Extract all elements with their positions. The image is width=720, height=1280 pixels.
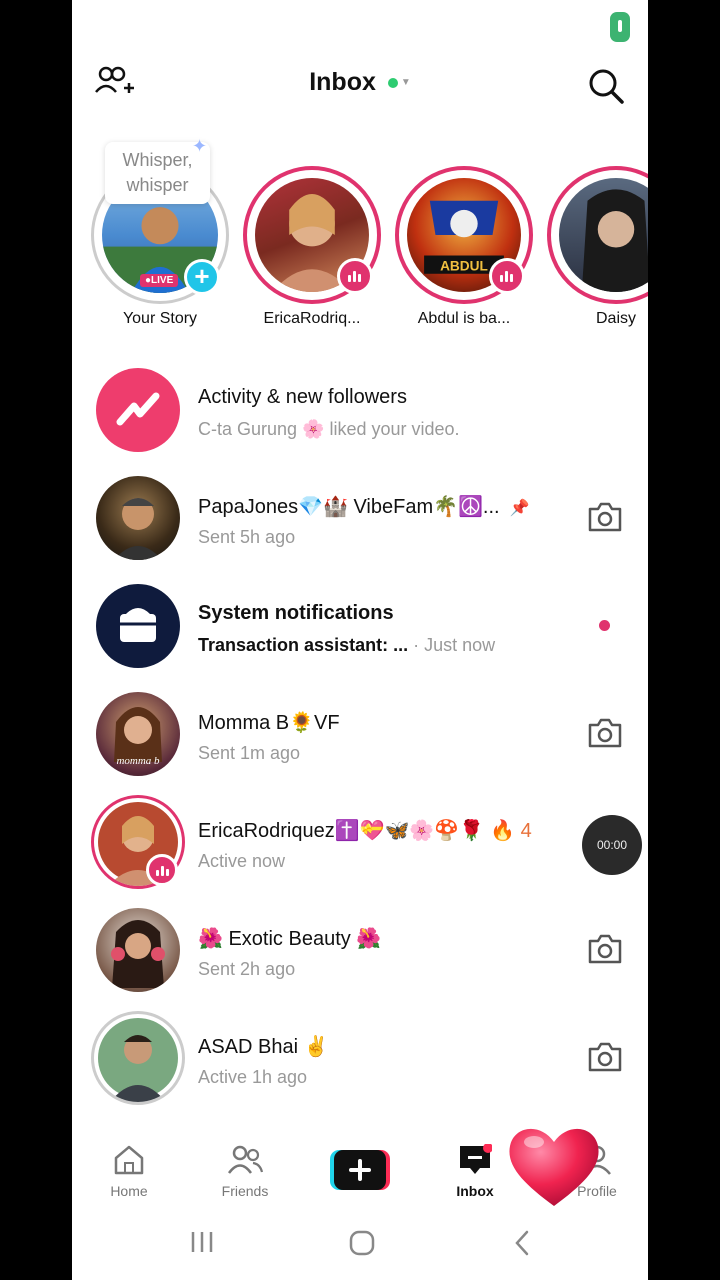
list-item-exotic-beauty[interactable]: 🌺 Exotic Beauty 🌺 Sent 2h ago xyxy=(72,896,648,1004)
list-item-title: Momma B🌻VF xyxy=(198,712,340,734)
page-title[interactable]: Inbox xyxy=(309,68,376,96)
list-item-erica[interactable]: EricaRodriquez✝️💝🦋🌸🍄🌹 🔥 4 Active now 00:0… xyxy=(72,788,648,896)
online-status-dot[interactable] xyxy=(387,77,398,88)
list-item-subtitle: Active 1h ago xyxy=(198,1067,308,1087)
back-icon[interactable] xyxy=(512,1229,532,1257)
story-daisy[interactable]: Daisy xyxy=(546,166,648,328)
activity-icon xyxy=(96,368,180,452)
story-label: Daisy xyxy=(595,310,636,327)
camera-icon[interactable] xyxy=(586,932,624,966)
add-story-icon[interactable]: + xyxy=(184,259,220,295)
avatar[interactable] xyxy=(91,1011,185,1105)
list-item-title: System notifications xyxy=(198,602,394,624)
stories-row: Whisper, whisper ✦ ●LIVE + Your Story Er… xyxy=(72,130,648,340)
story-label: EricaRodriq... xyxy=(263,310,361,327)
avatar[interactable]: momma b xyxy=(96,692,180,776)
recents-icon[interactable] xyxy=(188,1229,216,1255)
camera-icon[interactable] xyxy=(586,1040,624,1074)
list-item-activity[interactable]: Activity & new followers C-ta Gurung 🌸 l… xyxy=(72,356,648,464)
heart-sticker-icon xyxy=(509,1128,599,1206)
system-navigation-bar xyxy=(72,1215,648,1275)
camera-icon[interactable] xyxy=(586,716,624,750)
nav-home[interactable]: Home xyxy=(84,1144,174,1199)
conversation-list: Activity & new followers C-ta Gurung 🌸 l… xyxy=(72,356,648,1112)
story-label: Abdul is ba... xyxy=(417,310,511,327)
audio-bars-icon xyxy=(337,258,373,294)
search-icon[interactable] xyxy=(586,66,626,106)
list-item-system-notifications[interactable]: System notifications Transaction assista… xyxy=(72,572,648,680)
battery-icon xyxy=(610,12,630,42)
list-item-subtitle: Sent 5h ago xyxy=(198,527,296,547)
unread-dot xyxy=(599,620,610,631)
story-erica[interactable]: EricaRodriq... xyxy=(242,166,382,328)
story-avatar-image xyxy=(581,189,648,292)
svg-text:momma b: momma b xyxy=(116,755,160,767)
home-icon xyxy=(114,1145,144,1175)
list-item-asad-bhai[interactable]: ASAD Bhai ✌️ Active 1h ago xyxy=(72,1004,648,1112)
inbox-tray-icon xyxy=(96,584,180,668)
avatar[interactable] xyxy=(96,908,180,992)
list-item-subtitle: Sent 2h ago xyxy=(198,959,296,979)
audio-bars-icon xyxy=(489,258,525,294)
inbox-icon xyxy=(460,1143,493,1174)
camera-icon[interactable] xyxy=(586,500,624,534)
list-item-momma-b[interactable]: momma b Momma B🌻VF Sent 1m ago xyxy=(72,680,648,788)
list-item-subtitle: C-ta Gurung 🌸 liked your video. xyxy=(198,419,460,439)
pin-icon: 📌 xyxy=(509,500,530,517)
list-item-subtitle: Transaction assistant: ... · Just now xyxy=(198,635,496,655)
status-bar xyxy=(72,0,648,50)
list-item-title: Activity & new followers xyxy=(198,386,407,408)
list-item-subtitle: Active now xyxy=(198,851,286,871)
friends-icon xyxy=(227,1145,264,1174)
list-item-title: PapaJones💎🏰 VibeFam🌴☮️... 📌 xyxy=(198,496,530,518)
list-item-title: ASAD Bhai ✌️ xyxy=(198,1036,329,1058)
live-badge: ●LIVE xyxy=(140,274,179,287)
list-item-subtitle: Sent 1m ago xyxy=(198,743,301,763)
streak-count: 🔥 4 xyxy=(490,820,532,842)
sparkle-icon: ✦ xyxy=(192,136,208,156)
bottom-navigation: Home Friends Inbox Profile xyxy=(72,1128,648,1208)
story-abdul[interactable]: ABDUL Abdul is ba... xyxy=(394,166,534,328)
inbox-screen: Inbox ▼ Whisper, whisper ✦ ●LIVE + Your … xyxy=(72,0,648,1280)
list-item-title: 🌺 Exotic Beauty 🌺 xyxy=(198,928,382,950)
camera-timer-button[interactable]: 00:00 xyxy=(582,815,642,875)
audio-bars-icon xyxy=(146,854,178,886)
top-bar: Inbox ▼ xyxy=(72,60,648,110)
story-label: Your Story xyxy=(122,310,198,327)
create-button[interactable] xyxy=(330,1150,390,1190)
avatar[interactable] xyxy=(96,476,180,560)
home-circle-icon[interactable] xyxy=(348,1229,376,1257)
svg-text:ABDUL: ABDUL xyxy=(440,258,488,273)
nav-friends[interactable]: Friends xyxy=(200,1144,290,1199)
list-item-title: EricaRodriquez✝️💝🦋🌸🍄🌹 🔥 4 xyxy=(198,820,532,842)
chevron-down-icon[interactable]: ▼ xyxy=(401,77,411,88)
list-item-papajones[interactable]: PapaJones💎🏰 VibeFam🌴☮️... 📌 Sent 5h ago xyxy=(72,464,648,572)
